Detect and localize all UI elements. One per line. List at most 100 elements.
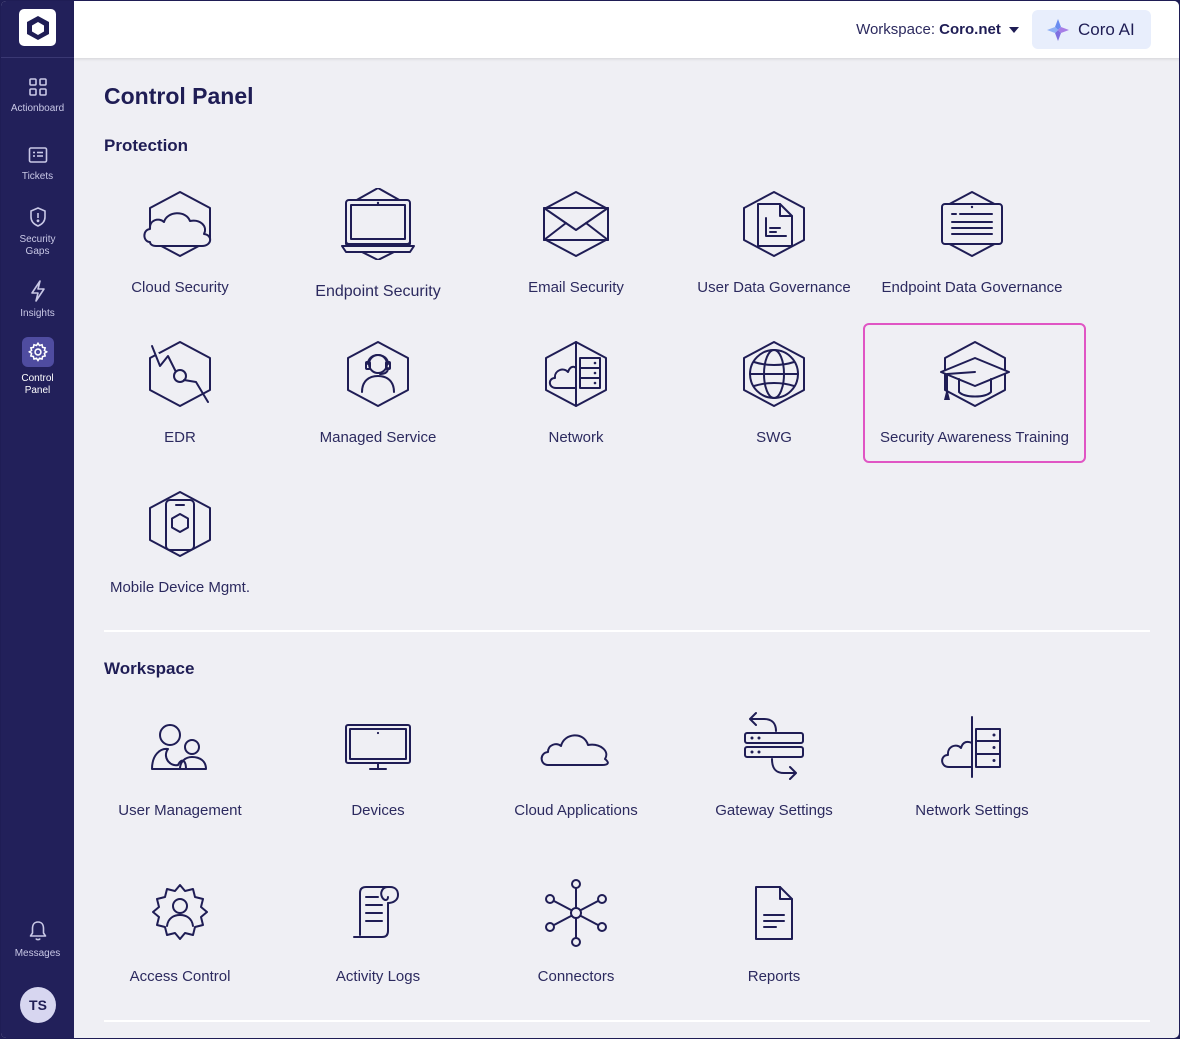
- section-divider: [104, 630, 1150, 632]
- tile-endpoint-data-governance[interactable]: Endpoint Data Governance: [872, 188, 1072, 296]
- section-divider: [104, 1020, 1150, 1022]
- tile-mobile-device-mgmt[interactable]: Mobile Device Mgmt.: [80, 488, 280, 596]
- tile-label: User Management: [118, 802, 242, 819]
- tile-label: Email Security: [528, 279, 624, 296]
- tile-label: Network: [548, 429, 604, 446]
- tile-network-settings[interactable]: Network Settings: [872, 711, 1072, 819]
- tile-gateway-settings[interactable]: Gateway Settings: [674, 711, 874, 819]
- caret-down-icon: [1009, 27, 1019, 34]
- tile-connectors[interactable]: Connectors: [476, 877, 676, 985]
- cloud-security-icon: [143, 191, 212, 257]
- gateway-icon: [744, 712, 804, 780]
- section-title-protection: Protection: [104, 136, 189, 155]
- tile-label: SWG: [756, 429, 792, 446]
- user-data-governance-icon: [743, 191, 805, 257]
- shield-icon: [29, 207, 46, 227]
- endpoint-security-icon: [341, 188, 415, 260]
- tile-label: Managed Service: [319, 429, 437, 446]
- sidebar-item-label: Actionboard: [10, 103, 65, 114]
- sidebar: Actionboard Tickets Security Gaps Insigh…: [1, 1, 74, 1038]
- tile-label: Endpoint Data Governance: [881, 279, 1063, 296]
- avatar[interactable]: TS: [20, 987, 56, 1023]
- tile-endpoint-security[interactable]: Endpoint Security: [278, 188, 478, 301]
- email-security-icon: [543, 191, 609, 257]
- tile-email-security[interactable]: Email Security: [476, 188, 676, 296]
- endpoint-data-governance-icon: [941, 191, 1003, 257]
- workspace-label: Workspace:: [856, 21, 935, 38]
- bell-icon: [29, 921, 46, 941]
- users-icon: [151, 724, 207, 770]
- workspace-value: Coro.net: [939, 21, 1001, 38]
- connectors-icon: [545, 879, 607, 947]
- page-title: Control Panel: [104, 83, 254, 109]
- tile-managed-service[interactable]: Managed Service: [278, 338, 478, 446]
- tile-cloud-applications[interactable]: Cloud Applications: [476, 711, 676, 819]
- network-settings-icon: [941, 716, 1001, 778]
- tile-activity-logs[interactable]: Activity Logs: [278, 877, 478, 985]
- tile-cloud-security[interactable]: Cloud Security: [80, 188, 280, 296]
- tile-label: Network Settings: [915, 802, 1029, 819]
- top-header: Workspace: Coro.net Coro AI: [74, 1, 1179, 58]
- sidebar-item-label: Messages: [14, 948, 61, 959]
- network-icon: [545, 341, 607, 407]
- coro-logo[interactable]: [19, 9, 56, 46]
- sidebar-item-control-panel[interactable]: Control Panel: [1, 337, 74, 397]
- tile-access-control[interactable]: Access Control: [80, 877, 280, 985]
- tile-security-awareness-training[interactable]: Security Awareness Training: [863, 323, 1086, 463]
- tile-user-data-governance[interactable]: User Data Governance: [674, 188, 874, 296]
- sidebar-item-messages[interactable]: Messages: [1, 920, 74, 960]
- sidebar-item-label: Panel: [24, 385, 51, 396]
- grid-icon: [28, 78, 47, 96]
- tile-label: Mobile Device Mgmt.: [109, 579, 251, 596]
- monitor-icon: [345, 724, 411, 770]
- sidebar-item-label: Security: [19, 234, 56, 245]
- graduation-cap-icon: [939, 341, 1010, 407]
- tile-network[interactable]: Network: [476, 338, 676, 446]
- hexagon-logo-icon: [26, 15, 49, 40]
- sidebar-item-security-gaps[interactable]: Security Gaps: [1, 206, 74, 258]
- tile-user-management[interactable]: User Management: [80, 711, 280, 819]
- document-icon: [755, 886, 793, 940]
- tile-label: Cloud Applications: [514, 802, 638, 819]
- tile-label: Activity Logs: [335, 968, 421, 985]
- sidebar-divider: [1, 57, 74, 58]
- coro-ai-sparkle-icon: [1047, 18, 1069, 41]
- access-control-icon: [152, 884, 208, 940]
- tile-devices[interactable]: Devices: [278, 711, 478, 819]
- section-title-workspace: Workspace: [104, 659, 195, 678]
- tile-label: User Data Governance: [697, 279, 851, 296]
- sidebar-item-insights[interactable]: Insights: [1, 280, 74, 320]
- swg-icon: [743, 341, 805, 407]
- coro-ai-label: Coro AI: [1078, 19, 1135, 39]
- active-nav-indicator: [21, 337, 54, 367]
- sidebar-item-label: Control: [21, 373, 54, 384]
- tile-reports[interactable]: Reports: [674, 877, 874, 985]
- scroll-icon: [353, 886, 399, 938]
- tile-edr[interactable]: EDR: [80, 338, 280, 446]
- cloud-icon: [540, 734, 609, 766]
- sidebar-item-label: Gaps: [25, 246, 50, 257]
- edr-icon: [149, 341, 211, 407]
- tile-label: Access Control: [129, 968, 231, 985]
- tile-label: Connectors: [537, 968, 615, 985]
- managed-service-icon: [347, 341, 409, 407]
- sidebar-item-tickets[interactable]: Tickets: [1, 145, 74, 183]
- coro-ai-button[interactable]: Coro AI: [1032, 10, 1151, 49]
- tile-label: Reports: [747, 968, 801, 985]
- tile-label: Security Awareness Training: [880, 429, 1069, 446]
- tile-label: Endpoint Security: [315, 283, 441, 300]
- main-content: Control Panel Protection Cloud Security …: [74, 58, 1179, 1038]
- mobile-device-icon: [149, 491, 211, 557]
- app-window: Actionboard Tickets Security Gaps Insigh…: [0, 0, 1180, 1039]
- ticket-icon: [28, 147, 47, 163]
- sidebar-item-actionboard[interactable]: Actionboard: [1, 77, 74, 115]
- tile-label: EDR: [164, 429, 196, 446]
- tile-label: Gateway Settings: [715, 802, 833, 819]
- tile-label: Cloud Security: [131, 279, 229, 296]
- tile-swg[interactable]: SWG: [674, 338, 874, 446]
- gear-icon: [27, 341, 48, 362]
- workspace-selector[interactable]: Workspace: Coro.net: [856, 21, 1019, 38]
- sidebar-item-label: Tickets: [21, 171, 54, 182]
- lightning-icon: [30, 280, 45, 302]
- tile-label: Devices: [351, 802, 405, 819]
